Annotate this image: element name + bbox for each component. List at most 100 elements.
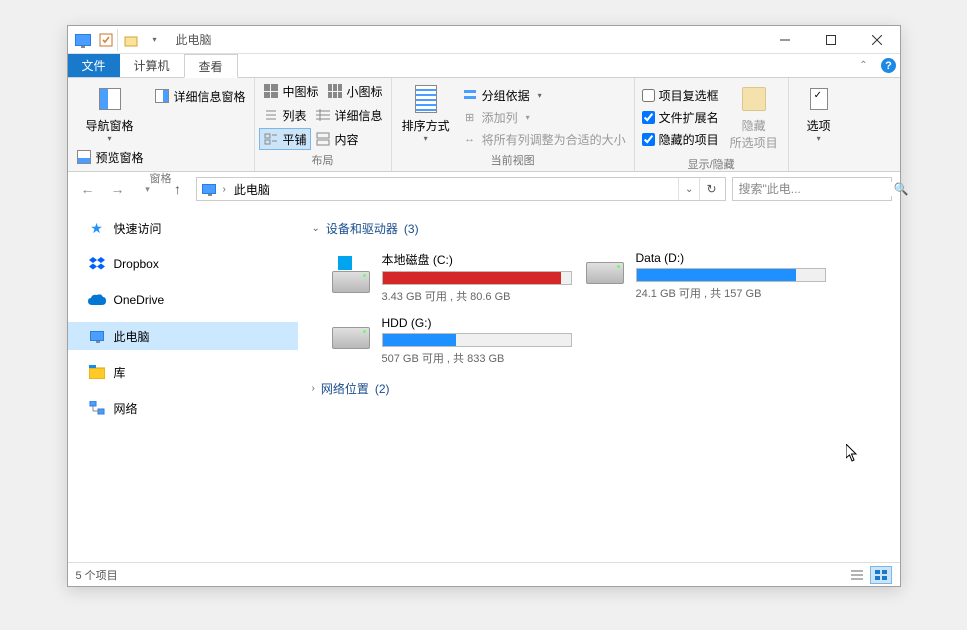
sizecols-button: ↔将所有列调整为合适的大小 xyxy=(458,128,630,150)
layout-list[interactable]: 列表 xyxy=(259,104,311,126)
sidebar-item-thispc[interactable]: 此电脑 xyxy=(68,322,298,350)
location-dropdown-icon[interactable]: ⌄ xyxy=(678,178,699,200)
status-item-count: 5 个项目 xyxy=(76,567,118,583)
window-controls xyxy=(762,26,900,54)
drive-free-text: 3.43 GB 可用 , 共 80.6 GB xyxy=(382,288,572,304)
drives-container: 本地磁盘 (C:) 3.43 GB 可用 , 共 80.6 GB Data (D… xyxy=(312,241,886,376)
recent-locations-button[interactable]: ▾ xyxy=(136,177,160,201)
qat-new-folder-icon[interactable] xyxy=(120,29,142,51)
navigation-bar: ← → ▾ ↑ › 此电脑 ⌄ ↻ 🔍 xyxy=(68,172,900,206)
ribbon-tabs: 文件 计算机 查看 ⌃ ? xyxy=(68,54,900,78)
drive-c[interactable]: 本地磁盘 (C:) 3.43 GB 可用 , 共 80.6 GB xyxy=(326,247,576,308)
pc-icon xyxy=(88,327,106,345)
libraries-icon xyxy=(88,363,106,381)
qat-dropdown-icon[interactable]: ▾ xyxy=(144,29,166,51)
explorer-window: ▾ 此电脑 文件 计算机 查看 ⌃ ? xyxy=(67,25,901,587)
navigation-sidebar: ★ 快速访问 Dropbox OneDrive 此电脑 xyxy=(68,206,298,562)
drive-name: 本地磁盘 (C:) xyxy=(382,251,572,268)
network-icon xyxy=(88,399,106,417)
drive-d[interactable]: Data (D:) 24.1 GB 可用 , 共 157 GB xyxy=(580,247,830,308)
groupby-button[interactable]: 分组依据▾ xyxy=(458,84,630,106)
search-icon[interactable]: 🔍 xyxy=(894,182,909,196)
breadcrumb-thispc[interactable]: 此电脑 xyxy=(230,181,274,198)
close-button[interactable] xyxy=(854,26,900,54)
drive-g[interactable]: HDD (G:) 507 GB 可用 , 共 833 GB xyxy=(326,312,576,370)
chevron-right-icon: › xyxy=(312,383,315,394)
view-toggle xyxy=(846,566,892,584)
quick-access-toolbar: ▾ xyxy=(68,29,170,51)
layout-details[interactable]: 详细信息 xyxy=(311,104,387,126)
search-input[interactable] xyxy=(739,182,894,196)
sidebar-item-network[interactable]: 网络 xyxy=(68,394,298,422)
group-netloc-header[interactable]: › 网络位置 (2) xyxy=(312,376,886,401)
onedrive-icon xyxy=(88,291,106,309)
dropbox-icon xyxy=(88,255,106,273)
drive-icon xyxy=(584,251,626,295)
group-layout-label: 布局 xyxy=(259,150,387,170)
drive-name: Data (D:) xyxy=(636,251,826,265)
view-tiles-button[interactable] xyxy=(870,566,892,584)
preview-pane-button[interactable]: 预览窗格 xyxy=(72,146,148,168)
drive-name: HDD (G:) xyxy=(382,316,572,330)
sidebar-item-quickaccess[interactable]: ★ 快速访问 xyxy=(68,214,298,242)
group-currentview-label: 当前视图 xyxy=(396,150,630,170)
breadcrumb-bar[interactable]: › 此电脑 ⌄ ↻ xyxy=(196,177,726,201)
title-bar: ▾ 此电脑 xyxy=(68,26,900,54)
layout-content[interactable]: 内容 xyxy=(311,128,363,150)
up-button[interactable]: ↑ xyxy=(166,177,190,201)
check-hidden[interactable]: 隐藏的项目 xyxy=(639,128,722,150)
nav-pane-button[interactable]: 导航窗格 ▾ xyxy=(72,80,148,146)
ribbon-group-currentview: 排序方式 ▾ 分组依据▾ ⊞添加列▾ ↔将所有列调整为合适的大小 当前视图 xyxy=(392,78,635,171)
minimize-button[interactable] xyxy=(762,26,808,54)
details-pane-button[interactable]: 详细信息窗格 xyxy=(150,85,250,107)
refresh-button[interactable]: ↻ xyxy=(699,178,722,200)
layout-tiles[interactable]: 平铺 xyxy=(259,128,311,150)
chevron-right-icon[interactable]: › xyxy=(219,184,230,195)
qat-properties-icon[interactable] xyxy=(96,29,118,51)
hide-selected-button: 隐藏 所选项目 xyxy=(724,80,784,154)
app-icon[interactable] xyxy=(72,29,94,51)
ribbon-group-options: 选项 ▾ xyxy=(789,78,849,171)
options-button[interactable]: 选项 ▾ xyxy=(793,80,845,146)
drive-icon xyxy=(330,316,372,360)
sort-button[interactable]: 排序方式 ▾ xyxy=(396,80,456,146)
check-extensions[interactable]: 文件扩展名 xyxy=(639,106,722,128)
addcols-button: ⊞添加列▾ xyxy=(458,106,630,128)
ribbon-group-showhide: 项目复选框 文件扩展名 隐藏的项目 隐藏 所选项目 显示/隐藏 xyxy=(635,78,789,171)
forward-button[interactable]: → xyxy=(106,177,130,201)
nav-pane-label: 导航窗格 xyxy=(86,117,134,134)
view-details-button[interactable] xyxy=(846,566,868,584)
drive-usage-bar xyxy=(636,268,826,282)
tab-view[interactable]: 查看 xyxy=(184,54,238,78)
drive-usage-bar xyxy=(382,333,572,347)
search-box[interactable]: 🔍 xyxy=(732,177,892,201)
status-bar: 5 个项目 xyxy=(68,562,900,586)
cursor-icon xyxy=(846,444,860,462)
chevron-down-icon: ⌄ xyxy=(312,223,320,234)
drive-free-text: 507 GB 可用 , 共 833 GB xyxy=(382,350,572,366)
help-button[interactable]: ? xyxy=(878,54,900,77)
star-icon: ★ xyxy=(88,219,106,237)
window-title: 此电脑 xyxy=(170,31,762,48)
tab-computer[interactable]: 计算机 xyxy=(120,54,184,77)
ribbon-group-panes: 导航窗格 ▾ 预览窗格 详细信息窗格 窗格 xyxy=(68,78,255,171)
tab-file[interactable]: 文件 xyxy=(68,54,120,77)
group-drives-header[interactable]: ⌄ 设备和驱动器 (3) xyxy=(312,216,886,241)
back-button[interactable]: ← xyxy=(76,177,100,201)
drive-icon xyxy=(330,251,372,295)
ribbon-collapse-icon[interactable]: ⌃ xyxy=(850,54,878,77)
sidebar-item-dropbox[interactable]: Dropbox xyxy=(68,250,298,278)
ribbon-group-layout: 中图标 小图标 列表 详细信息 平铺 内容 布局 xyxy=(255,78,392,171)
sidebar-item-onedrive[interactable]: OneDrive xyxy=(68,286,298,314)
content-area[interactable]: ⌄ 设备和驱动器 (3) 本地磁盘 (C:) 3.43 GB 可用 , 共 80… xyxy=(298,206,900,562)
group-showhide-label: 显示/隐藏 xyxy=(639,154,784,174)
layout-small-icons[interactable]: 小图标 xyxy=(323,80,387,102)
drive-usage-bar xyxy=(382,271,572,285)
sidebar-item-libraries[interactable]: 库 xyxy=(68,358,298,386)
main-area: ★ 快速访问 Dropbox OneDrive 此电脑 xyxy=(68,206,900,562)
maximize-button[interactable] xyxy=(808,26,854,54)
ribbon-body: 导航窗格 ▾ 预览窗格 详细信息窗格 窗格 xyxy=(68,78,900,172)
layout-medium-icons[interactable]: 中图标 xyxy=(259,80,323,102)
drive-free-text: 24.1 GB 可用 , 共 157 GB xyxy=(636,285,826,301)
check-itemcheckbox[interactable]: 项目复选框 xyxy=(639,84,722,106)
